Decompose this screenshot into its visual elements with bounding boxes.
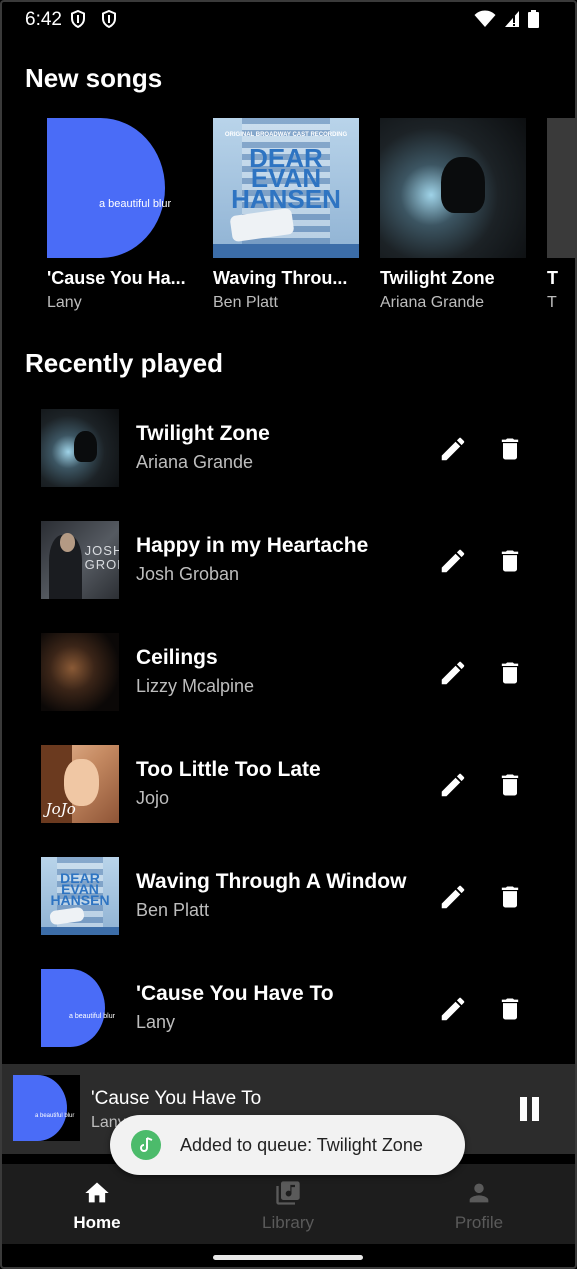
song-title: 'Cause You Have To — [136, 982, 334, 1005]
app-icon — [131, 1130, 161, 1160]
album-art-text: JOSH GROBAN — [84, 543, 119, 573]
song-artist: Lany — [47, 294, 82, 311]
pause-button[interactable] — [518, 1097, 540, 1121]
cell-signal-icon — [505, 11, 519, 27]
status-time: 6:42 — [25, 9, 62, 30]
bottom-nav: Home Library Profile — [0, 1164, 577, 1244]
album-thumb: JOSH GROBAN — [41, 521, 119, 599]
mini-player-art: a beautiful blur — [13, 1075, 80, 1141]
library-music-icon — [276, 1181, 300, 1205]
delete-button[interactable] — [496, 658, 524, 688]
edit-button[interactable] — [438, 882, 468, 912]
recent-song-row[interactable]: JOSH GROBAN Happy in my Heartache Josh G… — [0, 521, 577, 621]
snackbar: Added to queue: Twilight Zone — [110, 1115, 465, 1175]
gesture-bar[interactable] — [213, 1255, 363, 1260]
nav-label: Profile — [454, 1213, 504, 1232]
snackbar-message: Added to queue: Twilight Zone — [180, 1134, 423, 1155]
nav-library[interactable]: Library — [192, 1164, 384, 1244]
song-title: T — [547, 268, 558, 288]
song-title: Twilight Zone — [136, 422, 270, 445]
status-bar: 6:42 — [0, 0, 577, 40]
album-thumb — [41, 633, 119, 711]
song-title: Twilight Zone — [380, 268, 495, 288]
album-thumb: a beautiful blur — [41, 969, 119, 1047]
nav-profile[interactable]: Profile — [383, 1164, 575, 1244]
song-artist: Lany — [136, 1012, 176, 1032]
album-thumb: DEAR EVAN HANSEN — [41, 857, 119, 935]
album-thumb: JoJo — [41, 745, 119, 823]
edit-button[interactable] — [438, 770, 468, 800]
person-icon — [469, 1183, 489, 1203]
edit-button[interactable] — [438, 434, 468, 464]
nav-label: Library — [262, 1213, 314, 1232]
edit-button[interactable] — [438, 994, 468, 1024]
album-art — [380, 118, 526, 258]
album-art-text: a beautiful blur — [35, 1113, 75, 1119]
song-title: Waving Throu... — [213, 268, 348, 288]
song-title: Happy in my Heartache — [136, 534, 369, 557]
song-artist: Lizzy Mcalpine — [136, 676, 255, 696]
status-icons — [474, 10, 539, 28]
album-art-text: DEAR EVAN HANSEN — [231, 143, 341, 214]
album-art — [547, 118, 577, 258]
recent-song-row[interactable]: Twilight Zone Ariana Grande — [0, 409, 577, 509]
recent-song-row[interactable]: a beautiful blur 'Cause You Have To Lany — [0, 969, 577, 1069]
battery-icon — [528, 10, 539, 28]
recent-song-row[interactable]: JoJo Too Little Too Late Jojo — [0, 745, 577, 845]
mini-player-title: 'Cause You Have To — [91, 1088, 262, 1109]
song-artist: Ben Platt — [136, 900, 210, 920]
album-art-text: a beautiful blur — [99, 198, 172, 210]
home-icon — [85, 1182, 109, 1203]
new-songs-carousel[interactable]: a beautiful blur 'Cause You Ha... Lany O… — [0, 118, 577, 318]
new-song-card[interactable]: a beautiful blur 'Cause You Ha... Lany — [47, 118, 193, 311]
song-title: 'Cause You Ha... — [47, 268, 186, 288]
delete-button[interactable] — [496, 882, 524, 912]
recent-song-row[interactable]: DEAR EVAN HANSEN Waving Through A Window… — [0, 857, 577, 957]
song-title: Waving Through A Window — [136, 870, 407, 893]
edit-button[interactable] — [438, 658, 468, 688]
song-artist: Ariana Grande — [136, 452, 254, 472]
recently-played-heading: Recently played — [25, 348, 223, 378]
song-artist: Josh Groban — [136, 564, 240, 584]
delete-button[interactable] — [496, 770, 524, 800]
nav-home[interactable]: Home — [1, 1164, 193, 1244]
new-song-card[interactable]: ORIGINAL BROADWAY CAST RECORDING DEAR EV… — [213, 118, 359, 311]
new-songs-heading: New songs — [25, 63, 163, 93]
song-artist: Ben Platt — [213, 294, 278, 311]
song-title: Too Little Too Late — [136, 758, 321, 781]
edit-button[interactable] — [438, 546, 468, 576]
album-art-text: JoJo — [45, 800, 76, 819]
nav-label: Home — [73, 1213, 121, 1232]
song-artist: T — [547, 294, 557, 311]
new-song-card[interactable]: Twilight Zone Ariana Grande — [380, 118, 526, 311]
wifi-icon — [474, 10, 496, 27]
song-title: Ceilings — [136, 646, 218, 669]
album-art-text: a beautiful blur — [69, 1013, 115, 1020]
album-art-text: DEAR EVAN HANSEN — [50, 870, 110, 909]
new-song-card[interactable]: T T — [547, 118, 577, 311]
shield-icon — [102, 10, 116, 28]
album-art-subtext: ORIGINAL BROADWAY CAST RECORDING — [224, 132, 348, 138]
album-thumb — [41, 409, 119, 487]
song-artist: Jojo — [136, 788, 170, 808]
delete-button[interactable] — [496, 546, 524, 576]
delete-button[interactable] — [496, 994, 524, 1024]
album-art: ORIGINAL BROADWAY CAST RECORDING DEAR EV… — [213, 118, 359, 258]
recent-song-row[interactable]: Ceilings Lizzy Mcalpine — [0, 633, 577, 733]
song-artist: Ariana Grande — [380, 294, 485, 311]
album-art: a beautiful blur — [47, 118, 193, 258]
delete-button[interactable] — [496, 434, 524, 464]
shield-icon — [71, 10, 85, 28]
